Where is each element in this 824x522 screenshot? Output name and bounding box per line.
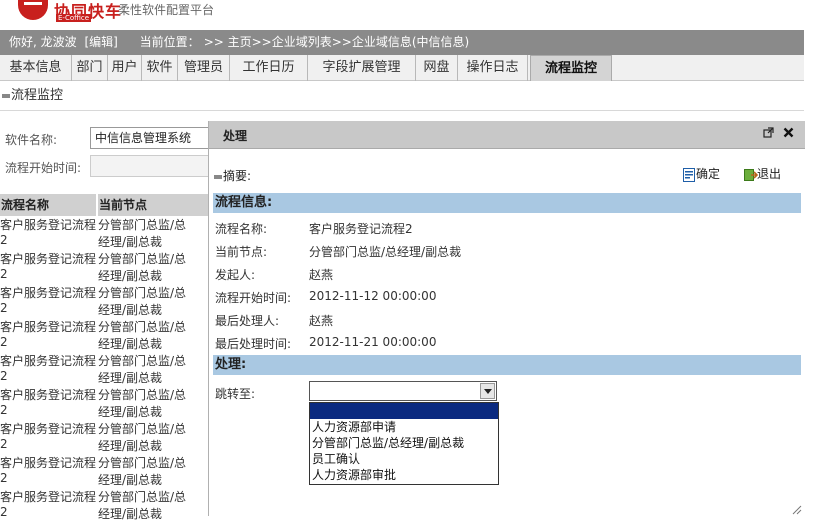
field-label-start-time: 流程开始时间: (215, 291, 292, 305)
jump-to-dropdown: 人力资源部申请 分管部门总监/总经理/副总裁 员工确认 人力资源部审批 (309, 402, 499, 485)
col-header-current-node: 当前节点 (98, 194, 210, 216)
table-row-process-name[interactable]: 客户服务登记流程2 (0, 284, 96, 315)
dropdown-option-hr-apply[interactable]: 人力资源部申请 (310, 419, 498, 435)
table-row-current-node: 分管部门总监/总经理/副总裁 (98, 218, 187, 249)
edit-profile-link[interactable]: [编辑] (84, 35, 117, 49)
field-value-current-node: 分管部门总监/总经理/副总裁 (309, 245, 462, 259)
software-name-label: 软件名称: (5, 133, 58, 147)
popout-icon[interactable] (763, 127, 774, 141)
nav-tabs: 基本信息 部门 用户 软件 管理员 工作日历 字段扩展管理 网盘 操作日志 流程… (0, 55, 804, 81)
section-process-info: 流程信息: (213, 193, 801, 213)
page-title-text: 流程监控 (11, 88, 64, 103)
field-label-initiator: 发起人: (215, 268, 256, 282)
table-row-process-name[interactable]: 客户服务登记流程2 (0, 250, 96, 281)
table-row-process-name[interactable]: 客户服务登记流程2 (0, 216, 96, 247)
logo-slogan: 柔性软件配置平台 (118, 3, 215, 17)
table-row-process-name[interactable]: 客户服务登记流程2 (0, 420, 96, 451)
edit-pen-icon (2, 93, 10, 98)
software-name-field[interactable]: 中信信息管理系统 (90, 127, 220, 149)
jump-to-label: 跳转至: (215, 387, 256, 401)
resize-grip-icon[interactable] (792, 504, 802, 515)
field-value-last-handled-time: 2012-11-21 00:00:00 (309, 335, 437, 349)
table-row-process-name[interactable]: 客户服务登记流程2 (0, 488, 96, 519)
dropdown-option-hr-approve[interactable]: 人力资源部审批 (310, 467, 498, 483)
logo-icon (18, 0, 48, 20)
confirm-icon (683, 167, 695, 182)
tab-process-monitor[interactable]: 流程监控 (530, 55, 612, 81)
field-label-last-handled-time: 最后处理时间: (215, 337, 292, 351)
tab-admins[interactable]: 管理员 (178, 55, 230, 81)
logo-bar: 协同快车 E-Coffice 柔性软件配置平台 (0, 0, 824, 30)
tab-operation-log[interactable]: 操作日志 (458, 55, 528, 81)
greeting: 你好, 龙波波 (9, 35, 77, 49)
summary: 摘要: (214, 167, 251, 184)
table-row-current-node: 分管部门总监/总经理/副总裁 (98, 252, 187, 283)
logo-badge: E-Coffice (56, 14, 92, 22)
dropdown-option-dept-director[interactable]: 分管部门总监/总经理/副总裁 (310, 435, 498, 451)
exit-icon (744, 168, 759, 182)
field-label-current-node: 当前节点: (215, 245, 268, 259)
summary-label: 摘要: (223, 169, 252, 183)
start-time-field[interactable] (90, 155, 220, 177)
dialog-header: 处理 (209, 121, 805, 149)
page-title: 流程监控 (0, 83, 804, 111)
confirm-button[interactable]: 确定 (683, 165, 720, 182)
table-row-process-name[interactable]: 客户服务登记流程2 (0, 454, 96, 485)
jump-to-value (310, 384, 313, 398)
exit-button[interactable]: 退出 (744, 165, 781, 182)
table-row-process-name[interactable]: 客户服务登记流程2 (0, 352, 96, 383)
breadcrumb[interactable]: >> 主页>>企业域列表>>企业域信息(中信信息) (204, 35, 470, 49)
status-bar: 你好, 龙波波 [编辑] 当前位置： >> 主页>>企业域列表>>企业域信息(中信… (0, 30, 804, 55)
tab-software[interactable]: 软件 (142, 55, 178, 81)
table-row-current-node: 分管部门总监/总经理/副总裁 (98, 286, 187, 317)
col-header-process-name: 流程名称 (0, 194, 96, 216)
tab-department[interactable]: 部门 (72, 55, 108, 81)
table-row-current-node: 分管部门总监/总经理/副总裁 (98, 422, 187, 453)
tab-field-extension[interactable]: 字段扩展管理 (308, 55, 416, 81)
start-time-label: 流程开始时间: (5, 161, 82, 175)
table-row-current-node: 分管部门总监/总经理/副总裁 (98, 320, 187, 351)
table-row-current-node: 分管部门总监/总经理/副总裁 (98, 456, 187, 487)
tab-work-calendar[interactable]: 工作日历 (230, 55, 308, 81)
jump-to-select[interactable] (309, 381, 497, 401)
table-row-current-node: 分管部门总监/总经理/副总裁 (98, 388, 187, 419)
field-label-last-handler: 最后处理人: (215, 314, 280, 328)
table-row-process-name[interactable]: 客户服务登记流程2 (0, 318, 96, 349)
field-value-last-handler: 赵燕 (309, 314, 334, 328)
table-row-current-node: 分管部门总监/总经理/副总裁 (98, 354, 187, 385)
close-icon[interactable] (783, 127, 794, 141)
field-value-process-name: 客户服务登记流程2 (309, 222, 413, 236)
tab-basic-info[interactable]: 基本信息 (0, 55, 72, 81)
table-row-process-name[interactable]: 客户服务登记流程2 (0, 386, 96, 417)
field-label-process-name: 流程名称: (215, 222, 268, 236)
edit-pen-icon (214, 174, 222, 179)
dropdown-option-blank[interactable] (310, 403, 498, 419)
dialog-title: 处理 (223, 129, 248, 143)
field-value-start-time: 2012-11-12 00:00:00 (309, 289, 437, 303)
process-dialog: 处理 摘要: 确定 退出 流程信息: 流程名称: 客户服务登记流程2 当前节点:… (208, 121, 805, 516)
dropdown-arrow-icon[interactable] (480, 383, 495, 399)
location-label: 当前位置： (139, 35, 200, 49)
confirm-label: 确定 (696, 167, 721, 181)
exit-label: 退出 (757, 167, 782, 181)
section-process: 处理: (213, 355, 801, 375)
field-value-initiator: 赵燕 (309, 268, 334, 282)
dropdown-option-employee-confirm[interactable]: 员工确认 (310, 451, 498, 467)
tab-net-disk[interactable]: 网盘 (416, 55, 458, 81)
table-row-current-node: 分管部门总监/总经理/副总裁 (98, 490, 187, 521)
tab-users[interactable]: 用户 (108, 55, 142, 81)
